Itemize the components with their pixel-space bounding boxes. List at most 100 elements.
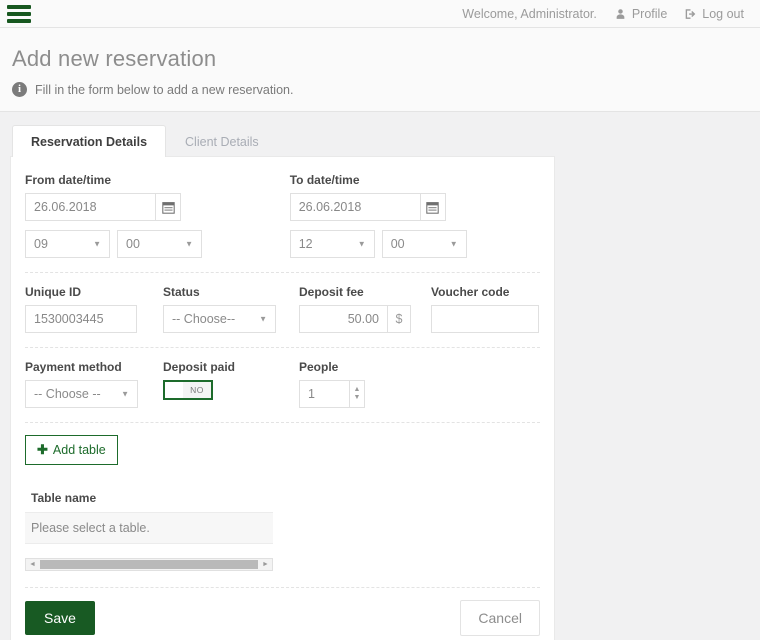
from-minute-select[interactable]: 00 ▼ xyxy=(117,230,202,258)
plus-icon: ✚ xyxy=(37,442,48,457)
calendar-icon xyxy=(161,201,175,214)
hamburger-bar xyxy=(7,18,31,23)
to-calendar-button[interactable] xyxy=(419,193,446,221)
people-spinner[interactable]: ▲ ▼ xyxy=(349,380,365,408)
tables-section: ✚ Add table Table name Please select a t… xyxy=(25,435,540,571)
table-empty-message: Please select a table. xyxy=(25,513,273,544)
section-divider xyxy=(25,347,540,348)
chevron-down-icon: ▼ xyxy=(93,239,101,249)
reservation-form-panel: From date/time 09 ▼ 0 xyxy=(10,156,555,640)
toggle-knob xyxy=(165,382,183,398)
status-value: -- Choose-- xyxy=(172,312,236,326)
deposit-fee-input[interactable] xyxy=(299,305,387,333)
to-date-input[interactable] xyxy=(289,193,420,221)
form-footer: Save Cancel xyxy=(25,600,540,636)
welcome-message: Welcome, Administrator. xyxy=(462,6,597,21)
deposit-paid-toggle[interactable]: NO xyxy=(163,380,213,400)
payment-method-label: Payment method xyxy=(25,360,122,374)
payment-method-select[interactable]: -- Choose -- ▼ xyxy=(25,380,138,408)
top-bar-right: Welcome, Administrator. Profile Log out xyxy=(462,7,760,21)
chevron-down-icon: ▼ xyxy=(121,389,129,399)
chevron-down-icon: ▼ xyxy=(449,239,458,249)
table-name-column-header: Table name xyxy=(25,487,273,513)
from-datetime-label: From date/time xyxy=(25,173,112,187)
tabs-container: Reservation Details Client Details xyxy=(0,112,760,157)
to-minute-value: 00 xyxy=(390,237,405,251)
from-hour-value: 09 xyxy=(34,237,48,251)
scrollbar-thumb[interactable] xyxy=(40,560,258,569)
profile-link[interactable]: Profile xyxy=(615,7,667,21)
arrow-left-icon[interactable]: ◄ xyxy=(26,561,39,568)
datetime-row: From date/time 09 ▼ 0 xyxy=(25,173,540,258)
voucher-code-group: Voucher code xyxy=(431,285,539,333)
add-table-label: Add table xyxy=(52,443,106,457)
hamburger-menu-icon[interactable] xyxy=(7,4,31,23)
save-button[interactable]: Save xyxy=(25,601,95,635)
status-label: Status xyxy=(163,285,200,299)
to-minute-select[interactable]: 00 ▼ xyxy=(381,230,467,258)
chevron-up-icon[interactable]: ▲ xyxy=(354,386,361,394)
payment-row: Payment method -- Choose -- ▼ Deposit pa… xyxy=(25,360,540,408)
from-time-row: 09 ▼ 00 ▼ xyxy=(25,230,290,258)
section-divider xyxy=(25,422,540,423)
calendar-icon xyxy=(426,201,439,214)
chevron-down-icon: ▼ xyxy=(259,314,267,324)
people-input[interactable] xyxy=(299,380,349,408)
tables-list: Table name Please select a table. ◄ ► xyxy=(25,487,540,571)
voucher-code-input[interactable] xyxy=(431,305,539,333)
from-minute-value: 00 xyxy=(126,237,140,251)
to-time-row: 12 ▼ 00 ▼ xyxy=(289,230,540,258)
unique-id-group: Unique ID xyxy=(25,285,163,333)
hamburger-bar xyxy=(7,4,31,9)
logout-icon xyxy=(685,8,696,19)
logout-link[interactable]: Log out xyxy=(685,7,744,21)
page-header: Add new reservation i Fill in the form b… xyxy=(0,28,760,112)
from-hour-select[interactable]: 09 ▼ xyxy=(25,230,110,258)
page-subtitle: Fill in the form below to add a new rese… xyxy=(35,82,294,97)
top-bar: Welcome, Administrator. Profile Log out xyxy=(0,0,760,28)
logout-label: Log out xyxy=(702,6,744,21)
status-group: Status -- Choose-- ▼ xyxy=(163,285,278,333)
payment-method-value: -- Choose -- xyxy=(34,387,101,401)
to-date-combo xyxy=(289,193,540,221)
from-calendar-button[interactable] xyxy=(155,193,181,221)
deposit-fee-group: Deposit fee $ xyxy=(299,285,411,333)
info-icon: i xyxy=(12,82,27,97)
arrow-right-icon[interactable]: ► xyxy=(259,561,272,568)
to-hour-select[interactable]: 12 ▼ xyxy=(289,230,375,258)
from-date-combo xyxy=(25,193,290,221)
chevron-down-icon: ▼ xyxy=(185,239,193,249)
to-datetime-label: To date/time xyxy=(289,173,360,187)
currency-symbol: $ xyxy=(387,305,411,333)
chevron-down-icon[interactable]: ▼ xyxy=(354,394,361,402)
tab-list: Reservation Details Client Details xyxy=(12,124,760,157)
chevron-down-icon: ▼ xyxy=(357,239,366,249)
details-row: Unique ID Status -- Choose-- ▼ Deposit f… xyxy=(25,285,540,333)
from-datetime-group: From date/time 09 ▼ 0 xyxy=(25,173,290,258)
deposit-fee-label: Deposit fee xyxy=(299,285,364,299)
page-title: Add new reservation xyxy=(12,46,217,71)
tab-reservation-details[interactable]: Reservation Details xyxy=(12,125,167,157)
footer-divider xyxy=(25,587,540,588)
to-hour-value: 12 xyxy=(298,237,313,251)
people-group: People ▲ ▼ xyxy=(299,360,411,408)
deposit-fee-combo: $ xyxy=(299,305,411,333)
deposit-paid-group: Deposit paid NO xyxy=(163,360,278,408)
to-datetime-group: To date/time 12 ▼ 00 xyxy=(289,173,540,258)
tab-client-details[interactable]: Client Details xyxy=(166,125,278,157)
voucher-code-label: Voucher code xyxy=(431,285,510,299)
hamburger-bar xyxy=(7,11,31,16)
section-divider xyxy=(25,272,540,273)
people-stepper: ▲ ▼ xyxy=(299,380,411,408)
from-date-input[interactable] xyxy=(25,193,155,221)
page-subtitle-row: i Fill in the form below to add a new re… xyxy=(12,82,760,97)
user-icon xyxy=(616,8,625,19)
cancel-button[interactable]: Cancel xyxy=(460,600,540,636)
unique-id-input[interactable] xyxy=(25,305,137,333)
add-table-button[interactable]: ✚ Add table xyxy=(25,435,118,465)
unique-id-label: Unique ID xyxy=(25,285,81,299)
people-label: People xyxy=(299,360,339,374)
payment-method-group: Payment method -- Choose -- ▼ xyxy=(25,360,163,408)
status-select[interactable]: -- Choose-- ▼ xyxy=(163,305,276,333)
tables-horizontal-scrollbar[interactable]: ◄ ► xyxy=(25,558,273,571)
